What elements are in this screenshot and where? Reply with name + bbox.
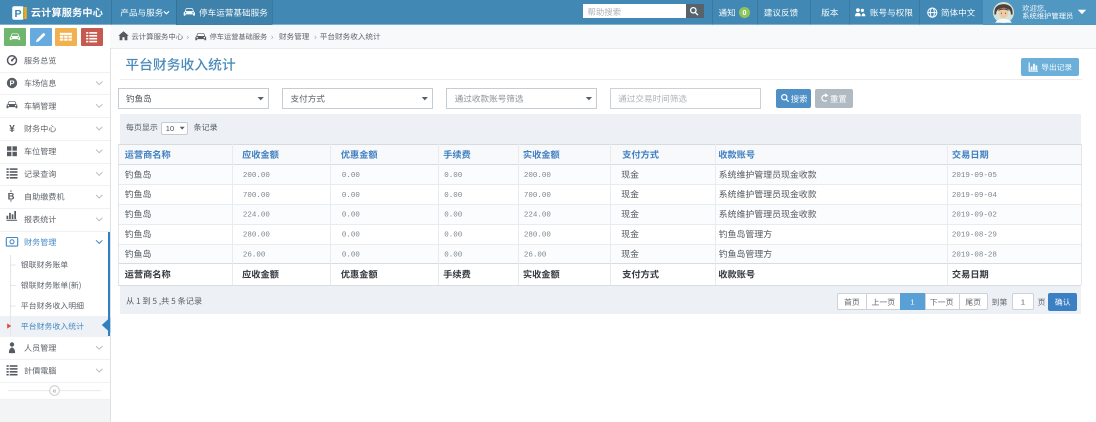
svg-text:2019-08-29: 2019-08-29 [952,232,997,240]
svg-text:700.00: 700.00 [243,192,271,200]
svg-text:2019-09-04: 2019-09-04 [952,192,998,200]
svg-text:280.00: 280.00 [524,232,552,240]
svg-text:0.00: 0.00 [342,192,361,200]
svg-text:0.00: 0.00 [342,232,361,240]
svg-text:280.00: 280.00 [243,232,271,240]
svg-text:0.00: 0.00 [444,232,463,240]
svg-text:0.00: 0.00 [444,192,463,200]
svg-text:700.00: 700.00 [524,192,552,200]
